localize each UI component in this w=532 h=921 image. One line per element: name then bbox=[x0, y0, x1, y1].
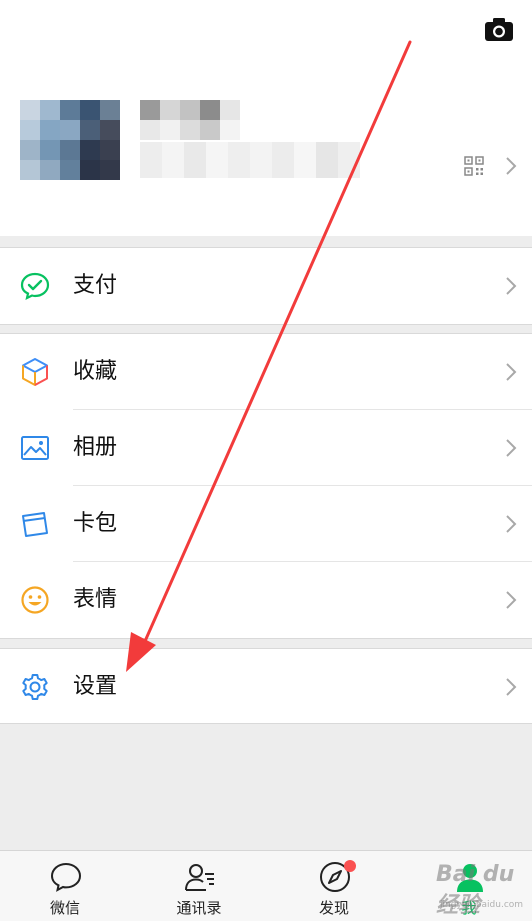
tab-label-chats: 微信 bbox=[49, 899, 80, 917]
menu-item-album[interactable]: 相册 bbox=[0, 410, 532, 486]
chevron-right-icon bbox=[505, 590, 517, 610]
smiley-icon bbox=[21, 586, 49, 614]
watermark-url: jingyan.baidu.com bbox=[440, 900, 524, 910]
photo-album-icon bbox=[21, 436, 49, 460]
profile-header[interactable] bbox=[0, 0, 532, 236]
wechat-id-blurred bbox=[140, 142, 360, 178]
tab-label-contacts: 通讯录 bbox=[176, 899, 222, 917]
menu-label-album: 相册 bbox=[73, 435, 118, 460]
qr-code-icon[interactable] bbox=[464, 156, 484, 176]
chevron-right-icon bbox=[505, 677, 517, 697]
menu-label-favorites: 收藏 bbox=[73, 359, 118, 384]
menu-item-stickers[interactable]: 表情 bbox=[0, 562, 532, 638]
contacts-icon bbox=[185, 864, 214, 891]
chevron-right-icon bbox=[505, 276, 517, 296]
camera-icon[interactable] bbox=[484, 16, 514, 42]
tab-contacts[interactable]: 通讯录 bbox=[144, 851, 254, 921]
menu-item-settings[interactable]: 设置 bbox=[0, 649, 532, 723]
chat-bubble-icon bbox=[50, 862, 82, 892]
menu-label-stickers: 表情 bbox=[73, 587, 118, 612]
chevron-right-icon bbox=[505, 438, 517, 458]
menu-label-pay: 支付 bbox=[73, 273, 118, 298]
tab-discover[interactable]: 发现 bbox=[279, 851, 389, 921]
favorites-cube-icon bbox=[22, 358, 48, 386]
card-wallet-icon bbox=[22, 512, 48, 537]
menu-item-cards[interactable]: 卡包 bbox=[0, 486, 532, 562]
watermark-brand: Bai du 经验 bbox=[436, 862, 515, 918]
discover-badge bbox=[344, 860, 356, 872]
wechat-pay-icon bbox=[20, 272, 50, 301]
tab-chats[interactable]: 微信 bbox=[10, 851, 120, 921]
chevron-right-icon bbox=[505, 514, 517, 534]
section-pay: 支付 bbox=[0, 247, 532, 325]
menu-item-favorites[interactable]: 收藏 bbox=[0, 334, 532, 410]
chevron-right-icon bbox=[505, 156, 517, 176]
menu-label-cards: 卡包 bbox=[73, 511, 118, 536]
chevron-right-icon bbox=[505, 362, 517, 382]
section-settings: 设置 bbox=[0, 648, 532, 724]
nickname-blurred-row2 bbox=[140, 120, 240, 140]
tab-label-discover: 发现 bbox=[318, 899, 349, 917]
menu-item-pay[interactable]: 支付 bbox=[0, 248, 532, 324]
avatar[interactable] bbox=[20, 100, 120, 180]
menu-label-settings: 设置 bbox=[73, 674, 118, 699]
nickname-blurred bbox=[140, 100, 240, 120]
section-content: 收藏 相册 卡包 表情 bbox=[0, 333, 532, 639]
gear-icon bbox=[22, 674, 48, 700]
